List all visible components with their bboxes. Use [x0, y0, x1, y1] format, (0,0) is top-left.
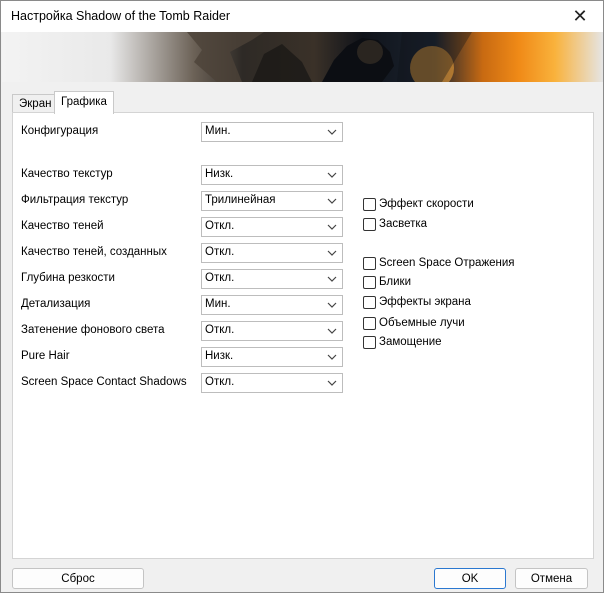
- chevron-down-icon: [327, 302, 337, 308]
- level-of-detail-select[interactable]: Мин.: [201, 295, 343, 315]
- chevron-down-icon: [327, 198, 337, 204]
- game-banner-image: [2, 32, 603, 82]
- chevron-down-icon: [327, 172, 337, 178]
- ss-contact-shadows-label: Screen Space Contact Shadows: [21, 376, 187, 388]
- pure-hair-select[interactable]: Низк.: [201, 347, 343, 367]
- close-button[interactable]: ✕: [557, 1, 603, 32]
- contact-shadow-quality-value: Откл.: [205, 246, 235, 258]
- motion-blur-checkbox[interactable]: Эффект скорости: [363, 196, 474, 212]
- level-of-detail-label: Детализация: [21, 298, 91, 310]
- checkbox-unchecked-icon: [363, 316, 376, 330]
- ss-reflections-label: Screen Space Отражения: [379, 257, 515, 269]
- depth-of-field-value: Откл.: [205, 272, 235, 284]
- screen-effects-label: Эффекты экрана: [379, 296, 471, 308]
- chevron-down-icon: [327, 250, 337, 256]
- chevron-down-icon: [327, 380, 337, 386]
- tab-screen-label: Экран: [19, 98, 52, 110]
- chevron-down-icon: [327, 354, 337, 360]
- title-bar: Настройка Shadow of the Tomb Raider ✕: [1, 1, 603, 32]
- chevron-down-icon: [327, 129, 337, 135]
- texture-filtering-value: Трилинейная: [205, 194, 276, 206]
- volumetric-lighting-checkbox[interactable]: Объемные лучи: [363, 315, 465, 331]
- checkbox-unchecked-icon: [363, 197, 376, 211]
- texture-filtering-label: Фильтрация текстур: [21, 194, 129, 206]
- depth-of-field-select[interactable]: Откл.: [201, 269, 343, 289]
- texture-quality-value: Низк.: [205, 168, 234, 180]
- shadow-quality-label: Качество теней: [21, 220, 104, 232]
- tessellation-checkbox[interactable]: Замощение: [363, 334, 442, 350]
- volumetric-lighting-label: Объемные лучи: [379, 317, 465, 329]
- checkbox-unchecked-icon: [363, 275, 376, 289]
- tessellation-label: Замощение: [379, 336, 442, 348]
- pure-hair-label: Pure Hair: [21, 350, 70, 362]
- ambient-occlusion-label: Затенение фонового света: [21, 324, 165, 336]
- contact-shadow-quality-label: Качество теней, созданных: [21, 246, 167, 258]
- screen-effects-checkbox[interactable]: Эффекты экрана: [363, 294, 471, 310]
- motion-blur-label: Эффект скорости: [379, 198, 474, 210]
- checkbox-unchecked-icon: [363, 335, 376, 349]
- settings-dialog: Настройка Shadow of the Tomb Raider ✕ Эк…: [0, 0, 604, 593]
- configuration-label: Конфигурация: [21, 125, 99, 137]
- texture-quality-select[interactable]: Низк.: [201, 165, 343, 185]
- shadow-quality-value: Откл.: [205, 220, 235, 232]
- reset-button[interactable]: Сброс: [12, 568, 144, 589]
- contact-shadow-quality-select[interactable]: Откл.: [201, 243, 343, 263]
- tab-graphics[interactable]: Графика: [54, 91, 114, 114]
- level-of-detail-value: Мин.: [205, 298, 231, 310]
- cancel-button[interactable]: Отмена: [515, 568, 588, 589]
- ambient-occlusion-select[interactable]: Откл.: [201, 321, 343, 341]
- checkbox-unchecked-icon: [363, 256, 376, 270]
- window-title: Настройка Shadow of the Tomb Raider: [11, 9, 231, 23]
- ambient-occlusion-value: Откл.: [205, 324, 235, 336]
- texture-filtering-select[interactable]: Трилинейная: [201, 191, 343, 211]
- depth-of-field-label: Глубина резкости: [21, 272, 115, 284]
- lens-flares-checkbox[interactable]: Блики: [363, 274, 411, 290]
- configuration-select[interactable]: Мин.: [201, 122, 343, 142]
- texture-quality-label: Качество текстур: [21, 168, 113, 180]
- graphics-panel: Конфигурация Мин. Качество текстур Низк.…: [12, 112, 594, 559]
- lens-flares-label: Блики: [379, 276, 412, 288]
- shadow-quality-select[interactable]: Откл.: [201, 217, 343, 237]
- checkbox-unchecked-icon: [363, 217, 376, 231]
- pure-hair-value: Низк.: [205, 350, 234, 362]
- bloom-checkbox[interactable]: Засветка: [363, 216, 427, 232]
- ss-contact-shadows-value: Откл.: [205, 376, 235, 388]
- ss-reflections-checkbox[interactable]: Screen Space Отражения: [363, 255, 515, 271]
- close-icon: ✕: [572, 6, 588, 26]
- tab-graphics-label: Графика: [61, 96, 107, 108]
- ok-button[interactable]: OK: [434, 568, 506, 589]
- chevron-down-icon: [327, 276, 337, 282]
- ss-contact-shadows-select[interactable]: Откл.: [201, 373, 343, 393]
- tab-screen[interactable]: Экран: [12, 94, 60, 114]
- checkbox-unchecked-icon: [363, 295, 376, 309]
- chevron-down-icon: [327, 224, 337, 230]
- chevron-down-icon: [327, 328, 337, 334]
- configuration-value: Мин.: [205, 125, 231, 137]
- bloom-label: Засветка: [379, 218, 428, 230]
